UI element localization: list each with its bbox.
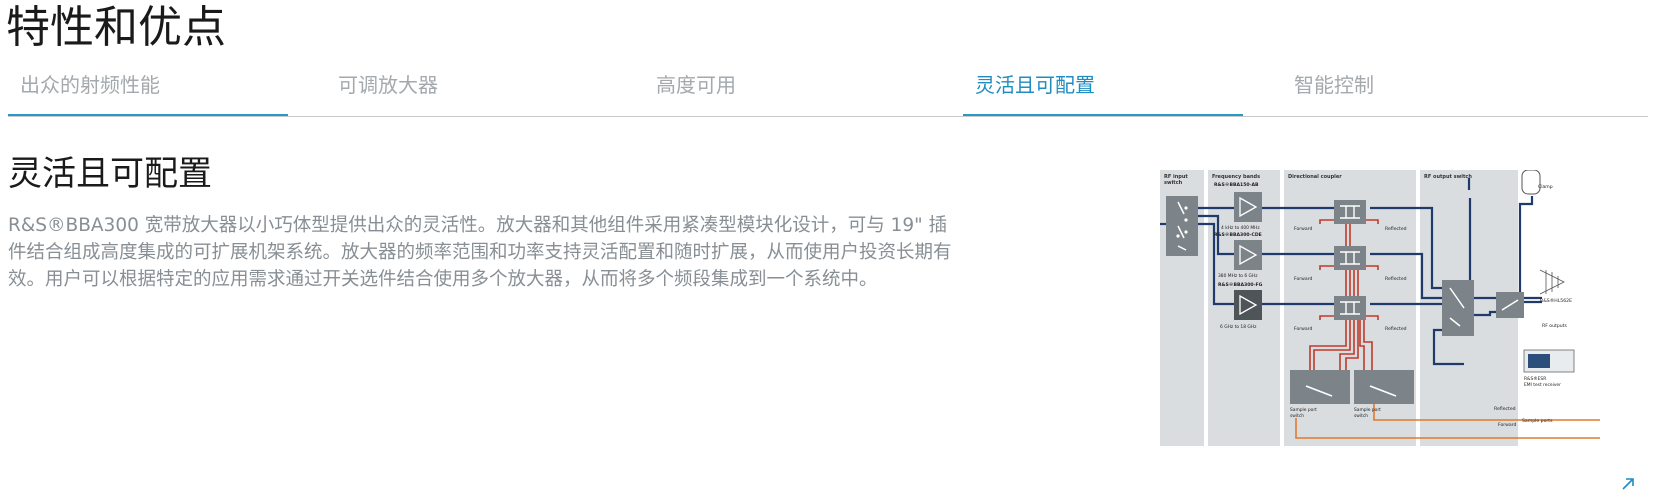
tab-label: 高度可用 — [656, 73, 736, 97]
receiver-screen — [1528, 354, 1550, 368]
header-rf-input-2: switch — [1164, 180, 1183, 186]
header-frequency-bands: Frequency bands — [1212, 174, 1260, 180]
sample-port-switch-2 — [1354, 370, 1414, 404]
tab-label: 灵活且可配置 — [975, 73, 1095, 97]
tab-high-availability[interactable]: 高度可用 — [644, 64, 944, 116]
sample-switch-2-label: Sample port — [1354, 407, 1381, 413]
amplifier-3 — [1234, 290, 1262, 320]
receiver-label: R&S®ESR — [1524, 375, 1546, 382]
amp2-range: 380 MHz to 6 GHz — [1218, 273, 1258, 279]
amp1-label: R&S®BBA150-AB — [1214, 182, 1259, 188]
tab-rf-performance[interactable]: 出众的射频性能 — [8, 64, 288, 116]
rf-output-switch — [1442, 280, 1474, 336]
header-rf-output-switch: RF output switch — [1424, 174, 1472, 180]
amp3-range: 6 GHz to 18 GHz — [1220, 324, 1257, 330]
forward-label-1: Forward — [1294, 226, 1313, 232]
forward-port-label: Forward — [1498, 422, 1517, 428]
reflected-port-label: Reflected — [1494, 406, 1516, 412]
tab-flexible-configurable[interactable]: 灵活且可配置 — [963, 64, 1243, 116]
header-directional-coupler: Directional coupler — [1288, 174, 1342, 180]
receiver-label-2: EMI test receiver — [1524, 382, 1561, 388]
directional-coupler-2 — [1334, 246, 1366, 270]
tab-smart-control[interactable]: 智能控制 — [1282, 64, 1582, 116]
rf-outputs-label: RF outputs — [1542, 323, 1567, 329]
amplifier-2 — [1234, 240, 1262, 270]
rf-input-switch — [1166, 196, 1198, 256]
amplifier-1 — [1234, 192, 1262, 222]
forward-label-3: Forward — [1294, 326, 1313, 332]
forward-label-2: Forward — [1294, 276, 1313, 282]
sample-switch-2-label-2: switch — [1354, 413, 1368, 419]
reflected-label-2: Reflected — [1385, 276, 1407, 282]
reflected-label-3: Reflected — [1385, 326, 1407, 332]
tab-label: 出众的射频性能 — [20, 73, 160, 97]
clamp-icon — [1521, 170, 1541, 195]
antenna-icon — [1539, 269, 1565, 295]
expand-arrow-icon[interactable] — [1620, 476, 1636, 492]
feature-tabs: 出众的射频性能 可调放大器 高度可用 灵活且可配置 智能控制 — [8, 64, 1648, 117]
sample-port-switch-1 — [1290, 370, 1350, 404]
sample-ports-label: Sample ports — [1522, 418, 1553, 424]
sample-switch-1-label-2: switch — [1290, 413, 1304, 419]
amp1-range: 4 kHz to 400 MHz — [1221, 225, 1260, 231]
section-description: R&S®BBA300 宽带放大器以小巧体型提供出众的灵活性。放大器和其他组件采用… — [8, 215, 952, 290]
sample-switch-1-label: Sample port — [1290, 407, 1317, 413]
antenna-label: R&S®HL562E — [1540, 297, 1572, 304]
directional-coupler-1 — [1334, 200, 1366, 224]
reflected-label-1: Reflected — [1385, 226, 1407, 232]
directional-coupler-3 — [1334, 296, 1366, 320]
page-title: 特性和优点 — [6, 2, 226, 53]
clamp-line — [1518, 196, 1534, 298]
system-block-diagram[interactable]: RF input switch Frequency bands Directio… — [1160, 170, 1600, 488]
amp2-label: R&S®BBA300-CDE — [1214, 232, 1262, 238]
amp3-label: R&S®BBA300-FG — [1218, 282, 1263, 288]
tab-adjustable-amplifier[interactable]: 可调放大器 — [326, 64, 626, 116]
section-title: 灵活且可配置 — [8, 154, 212, 194]
tab-label: 智能控制 — [1294, 73, 1374, 97]
tab-label: 可调放大器 — [338, 73, 438, 97]
clamp-label: Clamp — [1538, 184, 1553, 190]
